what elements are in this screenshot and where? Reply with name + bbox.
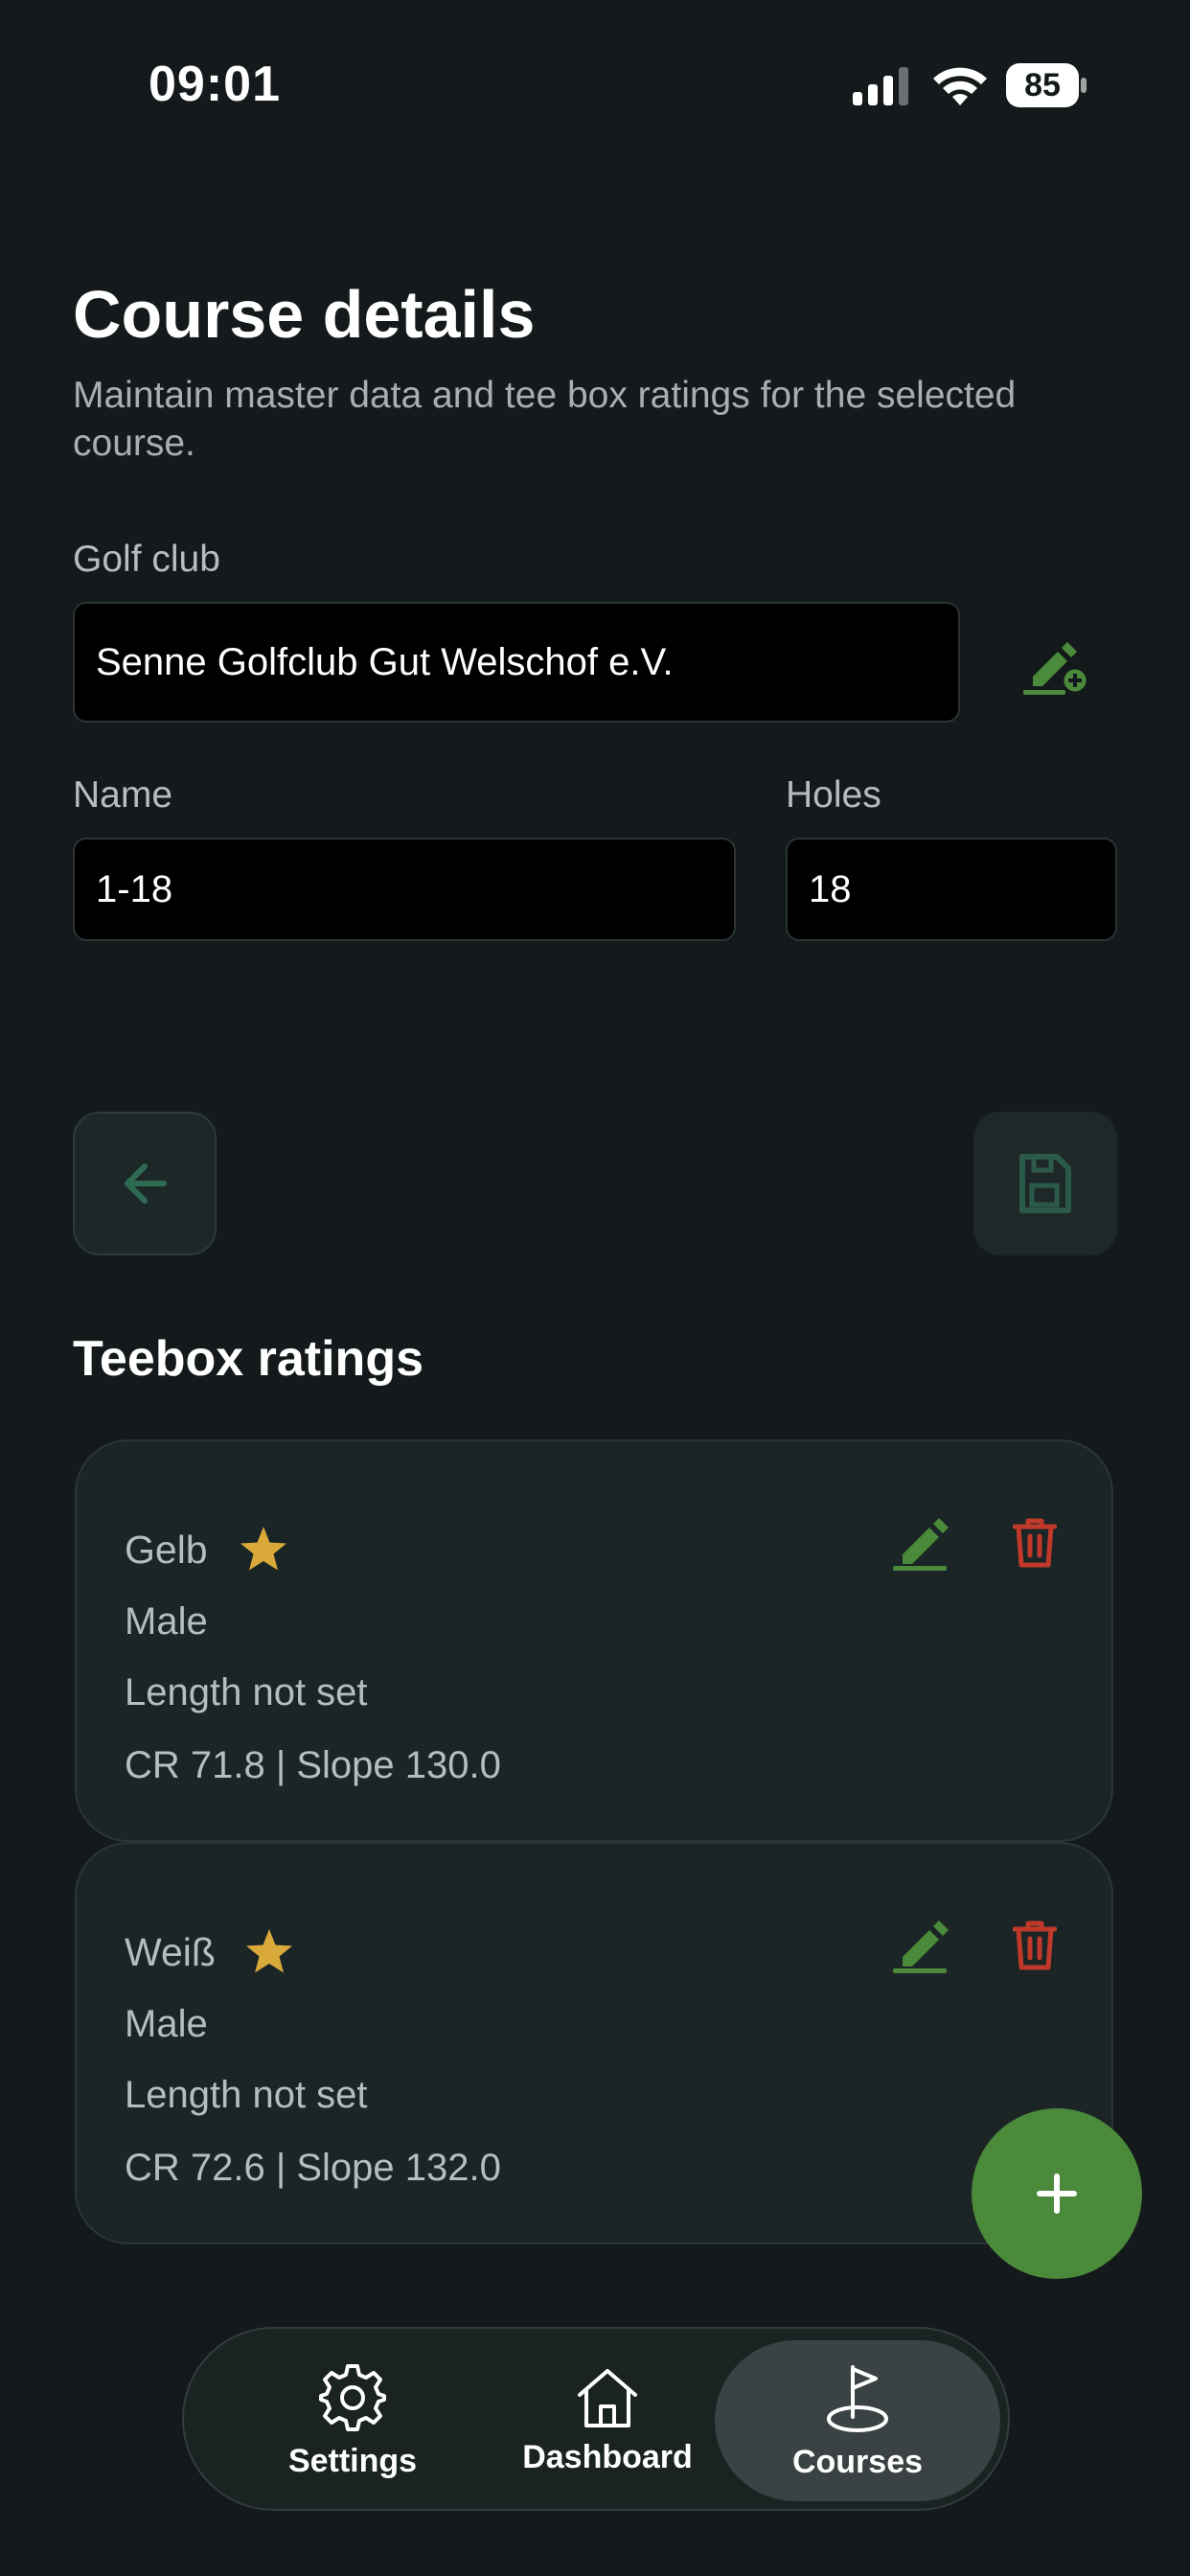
wifi-icon — [933, 67, 987, 105]
page-title: Course details — [73, 277, 536, 352]
teebox-card[interactable]: Gelb Male Length not set CR 71.8 | Slope… — [75, 1439, 1113, 1842]
nav-item-dashboard[interactable]: Dashboard — [492, 2340, 722, 2501]
name-field[interactable]: 1-18 — [73, 838, 736, 941]
plus-icon — [1037, 2174, 1077, 2214]
holes-label: Holes — [786, 774, 881, 816]
teebox-card[interactable]: Weiß Male Length not set CR 72.6 | Slope… — [75, 1842, 1113, 2244]
teebox-length: Length not set — [125, 2074, 368, 2116]
golf-club-label: Golf club — [73, 539, 220, 580]
status-time: 09:01 — [149, 57, 281, 112]
battery-icon: 85 — [1006, 63, 1087, 107]
teebox-gender: Male — [125, 2003, 208, 2045]
home-icon — [578, 2368, 637, 2427]
name-value: 1-18 — [96, 867, 173, 910]
name-label: Name — [73, 774, 173, 816]
back-button[interactable] — [73, 1112, 217, 1255]
nav-item-courses[interactable]: Courses — [715, 2340, 1000, 2501]
teebox-section-title: Teebox ratings — [73, 1331, 424, 1387]
golf-club-field[interactable]: Senne Golfclub Gut Welschof e.V. — [73, 602, 960, 723]
trash-icon — [1013, 1920, 1057, 1970]
pencil-icon — [893, 1920, 949, 1973]
teebox-length: Length not set — [125, 1671, 368, 1714]
bottom-navigation: Settings Dashboard Courses — [182, 2327, 1010, 2511]
save-button[interactable] — [973, 1112, 1117, 1255]
pencil-icon — [893, 1518, 949, 1571]
teebox-gender: Male — [125, 1600, 208, 1643]
delete-button[interactable] — [996, 1907, 1073, 1984]
nav-label-settings: Settings — [287, 2442, 418, 2479]
teebox-rating: CR 72.6 | Slope 132.0 — [125, 2147, 501, 2189]
arrow-left-icon — [125, 1163, 167, 1204]
delete-button[interactable] — [996, 1505, 1073, 1581]
gear-icon — [319, 2363, 386, 2431]
add-teebox-button[interactable] — [972, 2108, 1142, 2279]
pencil-plus-icon[interactable] — [1023, 632, 1088, 698]
golf-club-value: Senne Golfclub Gut Welschof e.V. — [96, 640, 674, 683]
edit-button[interactable] — [881, 1505, 958, 1581]
star-icon — [246, 1929, 292, 1973]
page-subtitle: Maintain master data and tee box ratings… — [73, 375, 1017, 464]
holes-field[interactable]: 18 — [786, 838, 1117, 941]
battery-level: 85 — [1006, 63, 1079, 107]
teebox-rating: CR 71.8 | Slope 130.0 — [125, 1744, 501, 1786]
save-icon — [1019, 1154, 1071, 1213]
edit-button[interactable] — [881, 1907, 958, 1984]
cellular-signal-icon — [853, 67, 908, 105]
teebox-name: Weiß — [125, 1930, 216, 1974]
teebox-name: Gelb — [125, 1528, 208, 1572]
trash-icon — [1013, 1518, 1057, 1568]
nav-label-dashboard: Dashboard — [522, 2438, 693, 2475]
flag-icon — [827, 2364, 888, 2432]
nav-item-settings[interactable]: Settings — [238, 2340, 468, 2501]
star-icon — [240, 1527, 286, 1571]
nav-label-courses: Courses — [791, 2443, 924, 2480]
holes-value: 18 — [809, 867, 852, 910]
